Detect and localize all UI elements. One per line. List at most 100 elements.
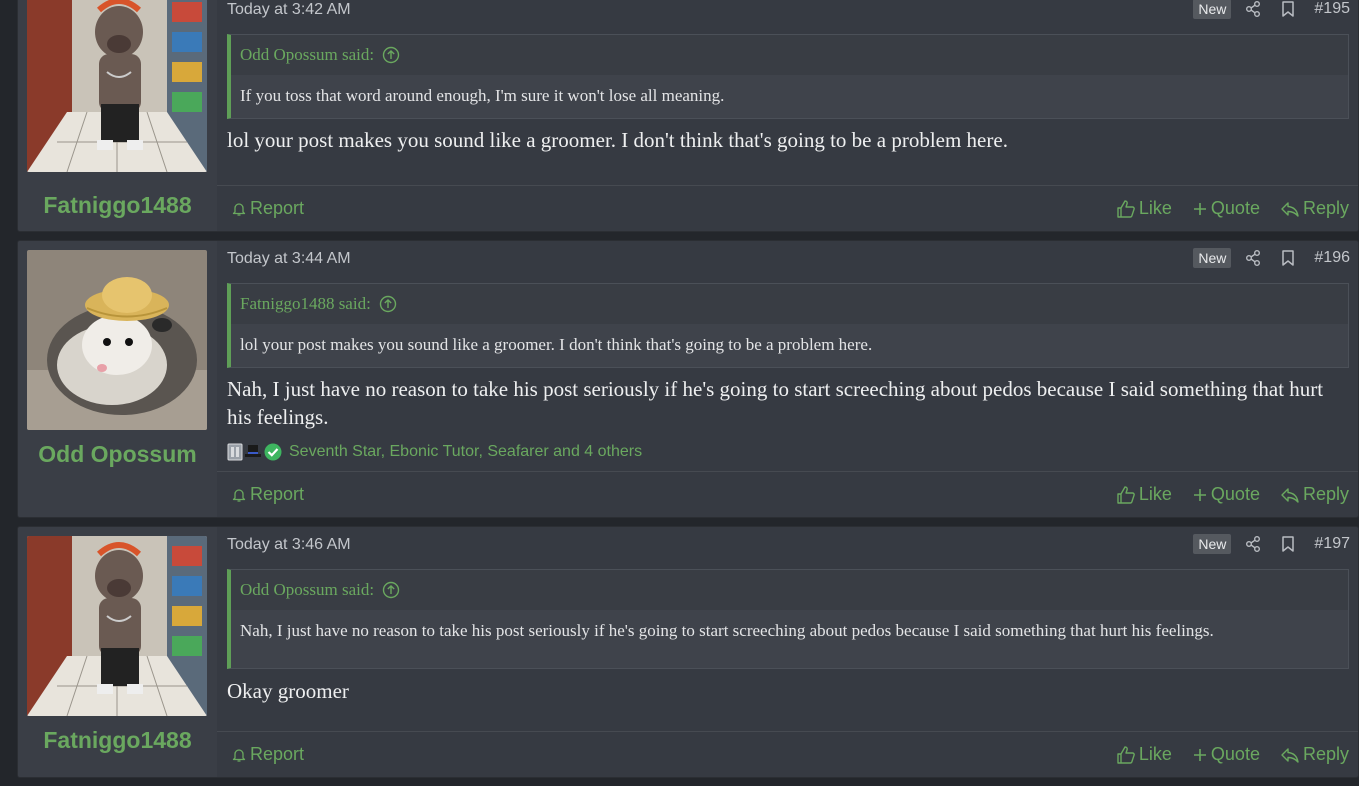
report-label: Report <box>250 484 305 504</box>
username[interactable]: Odd Opossum <box>18 441 217 468</box>
post-message: Okay groomer <box>227 679 349 703</box>
bell-icon <box>231 201 247 217</box>
quote-label: Quote <box>1210 744 1260 764</box>
username[interactable]: Fatniggo1488 <box>18 192 217 219</box>
quote-label: Quote <box>1210 484 1260 504</box>
quote-button[interactable]: Quote <box>1192 744 1260 765</box>
post-user-cell: Odd Opossum <box>18 241 217 517</box>
reply-icon <box>1280 199 1300 219</box>
post-header: Today at 3:44 AM New #196 <box>227 248 1358 274</box>
thumbs-up-icon <box>1116 485 1136 505</box>
report-button[interactable]: Report <box>231 198 304 219</box>
user-avatar-opossum[interactable] <box>27 250 207 430</box>
post-number-link[interactable]: #197 <box>1314 535 1350 553</box>
thumbs-up-icon <box>1116 745 1136 765</box>
post-actions: Like Quote Reply <box>1096 744 1349 765</box>
post-header-actions: New #195 <box>1193 0 1350 19</box>
opossum-avatar-image <box>27 250 207 430</box>
reactions-list-link[interactable]: Seventh Star, Ebonic Tutor, Seafarer and… <box>289 443 642 461</box>
post-header-actions: New #196 <box>1193 248 1350 268</box>
post-actions: Like Quote Reply <box>1096 484 1349 505</box>
post-number-link[interactable]: #195 <box>1314 0 1350 18</box>
dog-avatar-image <box>27 536 207 716</box>
like-button[interactable]: Like <box>1116 744 1172 765</box>
quote-block: Odd Opossum said: Nah, I just have no re… <box>227 569 1349 669</box>
reply-label: Reply <box>1302 484 1349 504</box>
share-icon[interactable] <box>1244 535 1262 553</box>
user-avatar-dog[interactable] <box>27 0 207 172</box>
post-date[interactable]: Today at 3:44 AM <box>227 250 351 268</box>
bookmark-icon[interactable] <box>1279 535 1297 553</box>
quote-title: Odd Opossum said: <box>231 570 1348 610</box>
plus-icon <box>1192 747 1208 763</box>
quote-block: Odd Opossum said: If you toss that word … <box>227 34 1349 119</box>
bookmark-icon[interactable] <box>1279 0 1297 18</box>
username[interactable]: Fatniggo1488 <box>18 727 217 754</box>
report-label: Report <box>250 198 305 218</box>
like-label: Like <box>1138 484 1172 504</box>
post-footer: Report Like Quote Reply <box>217 731 1358 777</box>
new-badge: New <box>1193 0 1232 19</box>
post-196: Odd Opossum Today at 3:44 AM New #196 Fa… <box>17 240 1359 518</box>
reaction-icons <box>227 442 285 462</box>
jump-to-quote-icon[interactable] <box>382 46 400 64</box>
reply-icon <box>1280 485 1300 505</box>
quote-title: Fatniggo1488 said: <box>231 284 1348 324</box>
bell-icon <box>231 747 247 763</box>
post-197: Fatniggo1488 Today at 3:46 AM New #197 O… <box>17 526 1359 778</box>
post-date[interactable]: Today at 3:46 AM <box>227 536 351 554</box>
reply-label: Reply <box>1302 744 1349 764</box>
like-button[interactable]: Like <box>1116 484 1172 505</box>
new-badge: New <box>1193 248 1232 268</box>
quote-author[interactable]: Odd Opossum said: <box>240 570 374 610</box>
user-avatar-dog[interactable] <box>27 536 207 716</box>
plus-icon <box>1192 487 1208 503</box>
reply-button[interactable]: Reply <box>1280 484 1349 505</box>
post-date[interactable]: Today at 3:42 AM <box>227 1 351 19</box>
reactions-bar: Seventh Star, Ebonic Tutor, Seafarer and… <box>227 442 642 462</box>
quote-author[interactable]: Fatniggo1488 said: <box>240 284 371 324</box>
post-main-cell: Today at 3:44 AM New #196 Fatniggo1488 s… <box>217 241 1358 517</box>
quote-author[interactable]: Odd Opossum said: <box>240 35 374 75</box>
thread-post-list: Fatniggo1488 Today at 3:42 AM New #195 O… <box>17 0 1359 786</box>
report-button[interactable]: Report <box>231 484 304 505</box>
post-message: lol your post makes you sound like a gro… <box>227 128 1008 152</box>
jump-to-quote-icon[interactable] <box>382 581 400 599</box>
post-footer: Report Like Quote Reply <box>217 185 1358 231</box>
post-195: Fatniggo1488 Today at 3:42 AM New #195 O… <box>17 0 1359 232</box>
plus-icon <box>1192 201 1208 217</box>
reply-button[interactable]: Reply <box>1280 744 1349 765</box>
post-message: Nah, I just have no reason to take his p… <box>227 377 1324 429</box>
post-number-link[interactable]: #196 <box>1314 249 1350 267</box>
post-user-cell: Fatniggo1488 <box>18 0 217 231</box>
like-button[interactable]: Like <box>1116 198 1172 219</box>
report-label: Report <box>250 744 305 764</box>
like-label: Like <box>1138 744 1172 764</box>
share-icon[interactable] <box>1244 249 1262 267</box>
quote-button[interactable]: Quote <box>1192 198 1260 219</box>
report-button[interactable]: Report <box>231 744 304 765</box>
share-icon[interactable] <box>1244 0 1262 18</box>
quote-text: If you toss that word around enough, I'm… <box>240 86 725 105</box>
quote-title: Odd Opossum said: <box>231 35 1348 75</box>
new-badge: New <box>1193 534 1232 554</box>
jump-to-quote-icon[interactable] <box>379 295 397 313</box>
like-label: Like <box>1138 198 1172 218</box>
post-header-actions: New #197 <box>1193 534 1350 554</box>
reaction-emoji-icons <box>227 443 282 461</box>
post-main-cell: Today at 3:46 AM New #197 Odd Opossum sa… <box>217 527 1358 777</box>
reply-button[interactable]: Reply <box>1280 198 1349 219</box>
bell-icon <box>231 487 247 503</box>
reply-label: Reply <box>1302 198 1349 218</box>
quote-text: lol your post makes you sound like a gro… <box>240 335 873 354</box>
dog-avatar-image <box>27 0 207 172</box>
post-header: Today at 3:46 AM New #197 <box>227 534 1358 560</box>
quote-label: Quote <box>1210 198 1260 218</box>
quote-block: Fatniggo1488 said: lol your post makes y… <box>227 283 1349 368</box>
quote-button[interactable]: Quote <box>1192 484 1260 505</box>
post-main-cell: Today at 3:42 AM New #195 Odd Opossum sa… <box>217 0 1358 231</box>
post-header: Today at 3:42 AM New #195 <box>227 0 1358 25</box>
bookmark-icon[interactable] <box>1279 249 1297 267</box>
post-user-cell: Fatniggo1488 <box>18 527 217 777</box>
quote-text: Nah, I just have no reason to take his p… <box>240 621 1214 640</box>
